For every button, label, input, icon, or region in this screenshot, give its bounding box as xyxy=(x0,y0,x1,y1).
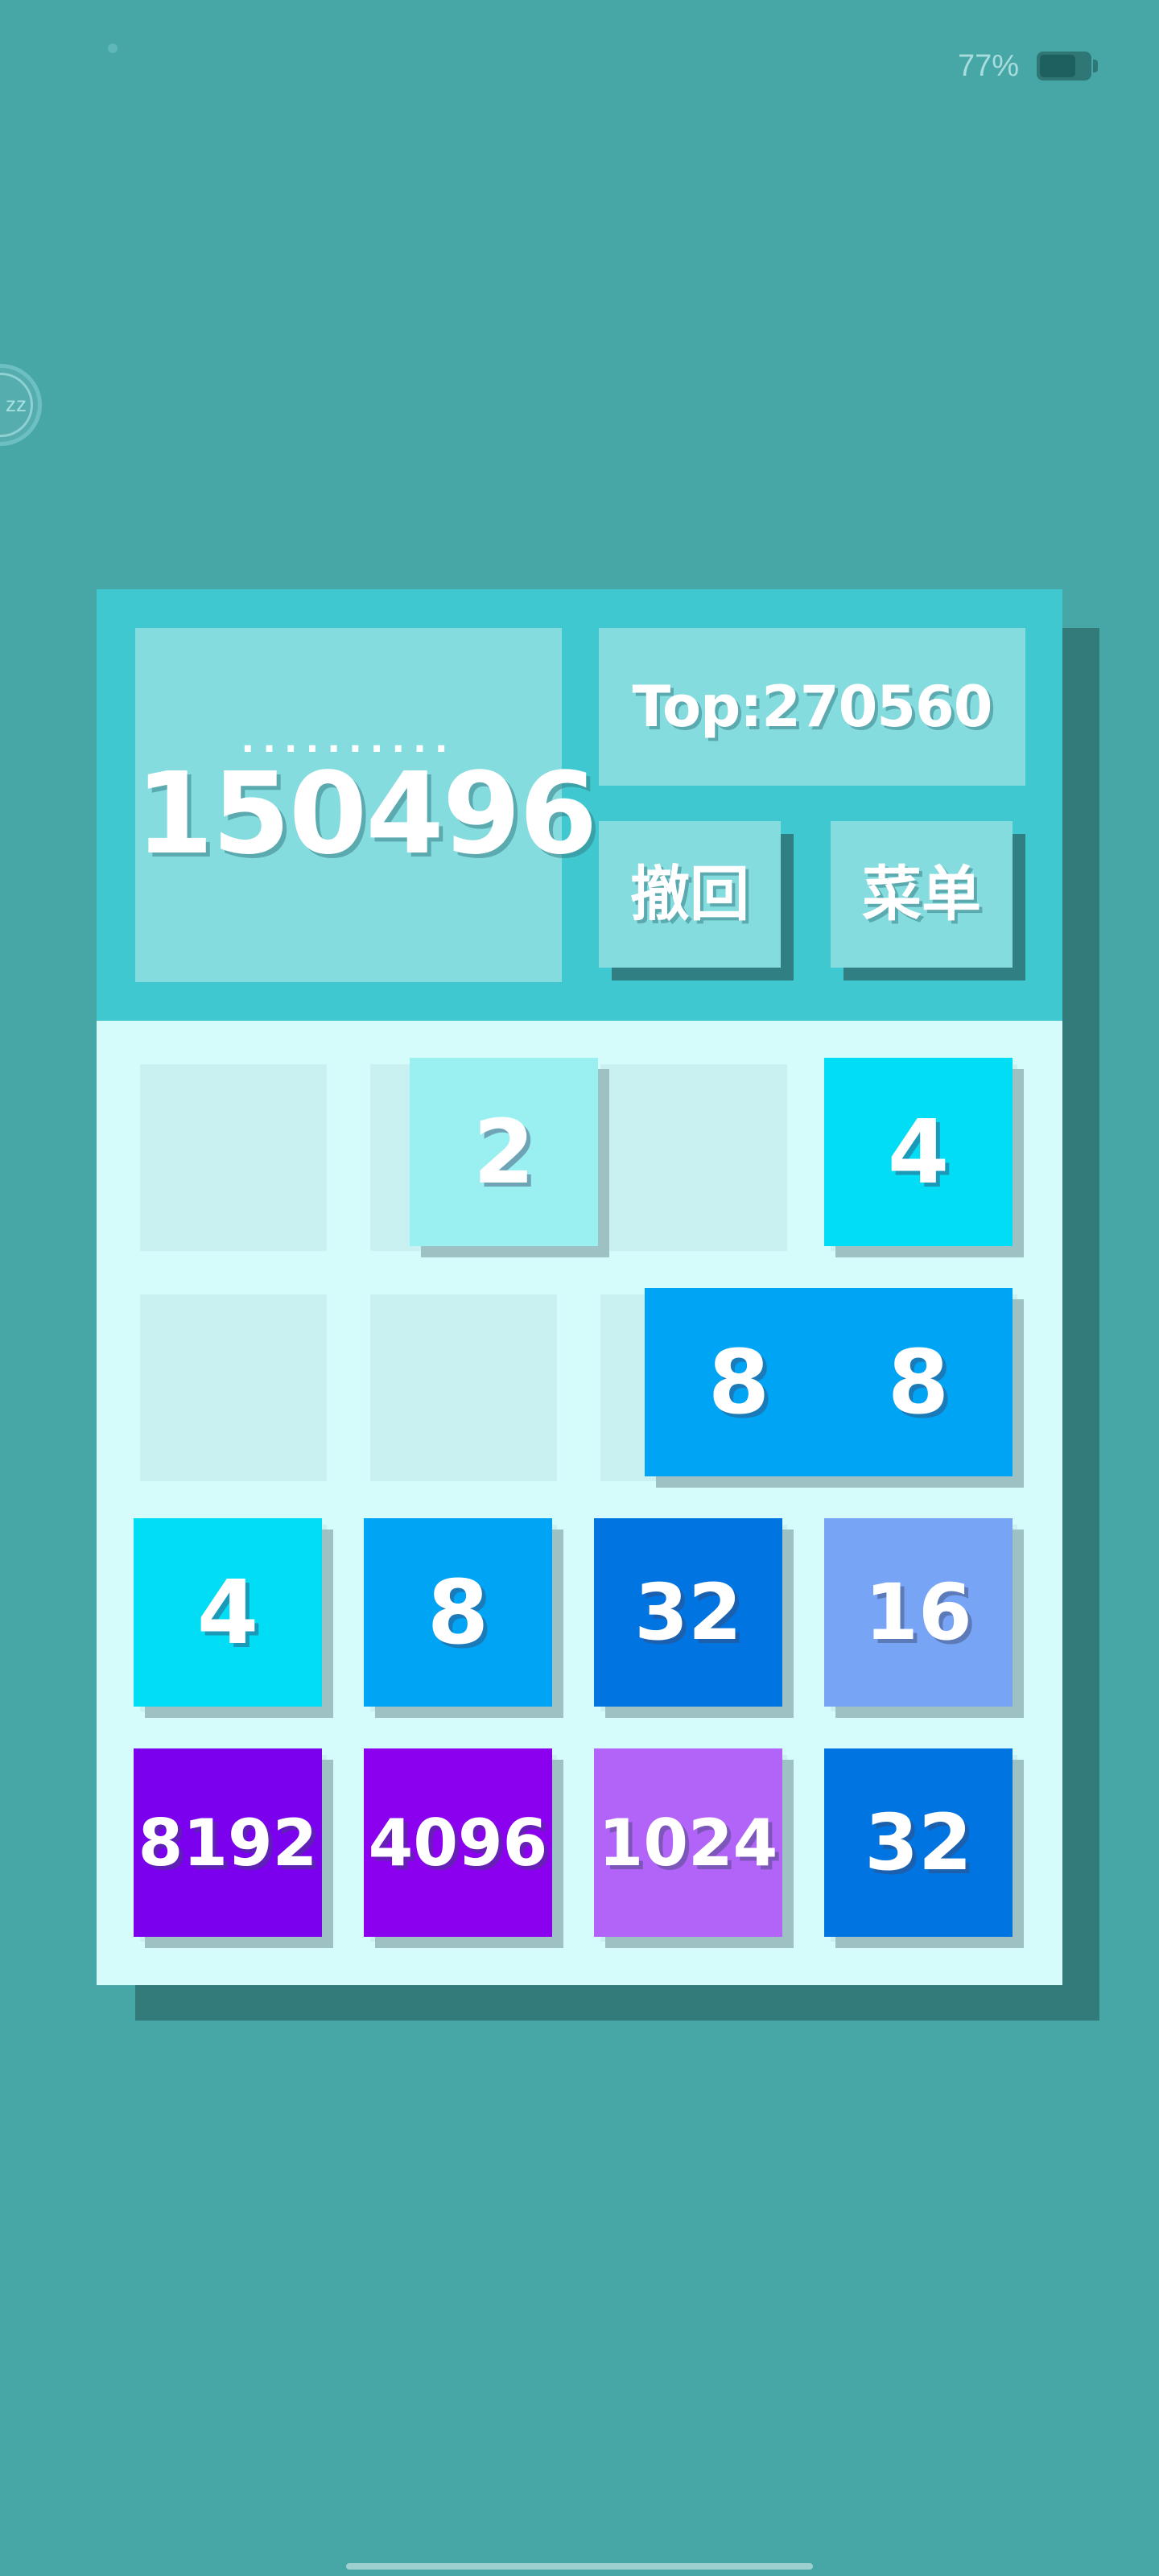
tile-value: 16 xyxy=(864,1567,972,1657)
tile-value: 4 xyxy=(887,1100,950,1203)
battery-level-fill xyxy=(1040,55,1075,77)
undo-button[interactable]: 撤回 xyxy=(599,821,781,968)
sleep-bubble-label: zz xyxy=(6,392,27,416)
tile: 2 xyxy=(410,1058,598,1246)
tile-value: 8192 xyxy=(138,1805,318,1880)
game-header: .......... 150496 Top:270560 撤回 菜单 xyxy=(97,589,1062,1021)
tile: 8 xyxy=(645,1288,833,1476)
tile-value: 32 xyxy=(634,1567,742,1657)
battery-percentage: 77% xyxy=(958,49,1020,83)
tile-value: 4096 xyxy=(368,1805,548,1880)
tile: 4 xyxy=(824,1058,1013,1246)
tile: 4 xyxy=(134,1518,322,1707)
home-indicator[interactable] xyxy=(346,2563,813,2570)
tile: 1024 xyxy=(594,1748,782,1937)
score-box: .......... 150496 xyxy=(135,628,597,982)
top-score-box: Top:270560 xyxy=(599,628,1025,786)
tile: 8 xyxy=(364,1518,552,1707)
empty-cell xyxy=(600,1064,787,1251)
status-dot-icon xyxy=(108,43,118,53)
tile: 8 xyxy=(824,1288,1013,1476)
tile: 8192 xyxy=(134,1748,322,1937)
tile-value: 1024 xyxy=(598,1805,778,1880)
tile: 4096 xyxy=(364,1748,552,1937)
menu-button[interactable]: 菜单 xyxy=(831,821,1013,968)
tile-value: 8 xyxy=(427,1561,489,1664)
game-panel: .......... 150496 Top:270560 撤回 菜单 2 4 8 8 4… xyxy=(97,589,1062,1985)
sleep-bubble-icon[interactable]: zz xyxy=(0,364,42,446)
tile-value: 32 xyxy=(864,1798,972,1888)
tile-value: 8 xyxy=(707,1331,770,1434)
battery-icon xyxy=(1037,52,1098,80)
empty-cell xyxy=(140,1294,327,1481)
empty-cell xyxy=(370,1294,557,1481)
battery-cap xyxy=(1093,60,1098,72)
tile-value: 2 xyxy=(472,1100,535,1203)
tile: 32 xyxy=(824,1748,1013,1937)
empty-cell xyxy=(140,1064,327,1251)
tile-value: 8 xyxy=(887,1331,950,1434)
tile: 16 xyxy=(824,1518,1013,1707)
tile-value: 4 xyxy=(196,1561,259,1664)
top-score: Top:270560 xyxy=(632,674,993,740)
current-score: 150496 xyxy=(135,749,597,880)
tile: 32 xyxy=(594,1518,782,1707)
game-board[interactable]: 2 4 8 8 4 8 32 16 8192 4096 1024 32 xyxy=(97,1021,1062,1985)
